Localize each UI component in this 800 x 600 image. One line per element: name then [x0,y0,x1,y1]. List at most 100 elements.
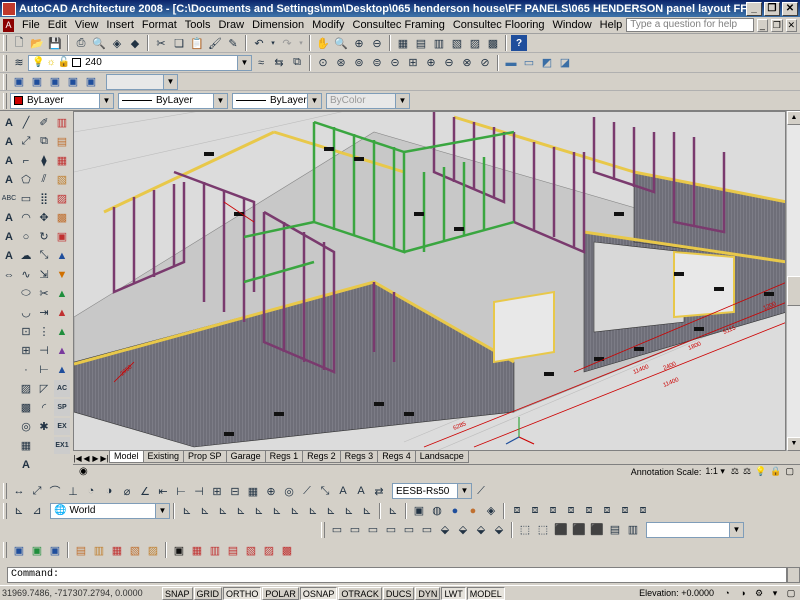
tab-regs-1[interactable]: Regs 1 [264,451,304,463]
tab-prop-sp[interactable]: Prop SP [183,451,227,463]
match-properties-icon[interactable]: 🖌 [207,35,223,51]
redo-dropdown-icon[interactable]: ▾ [297,35,305,51]
roof-panel-icon[interactable]: ◩ [539,55,555,71]
close-button[interactable]: ✕ [782,1,798,16]
ucs-origin-icon[interactable]: ⊾ [251,503,267,519]
cut-icon[interactable]: ✂ [153,35,169,51]
realistic-icon[interactable]: ⬛ [571,522,587,538]
tray-icon-2[interactable]: ◑ [736,587,750,600]
chevron-down-icon[interactable]: ▼ [307,93,321,108]
model-icon[interactable]: ◉ [79,466,88,477]
properties-icon[interactable]: ▦ [395,35,411,51]
framing-tool3-icon[interactable]: ▦ [54,152,70,169]
ordinate-icon[interactable]: ⊥ [65,483,81,499]
toolbar-grip[interactable] [3,502,7,519]
baseline-icon[interactable]: ⊢ [173,483,189,499]
zoom-extents2-icon[interactable]: ⊘ [477,55,493,71]
view-sw-icon[interactable]: ⬙ [437,522,453,538]
trim-icon[interactable]: ✂ [36,285,52,302]
zoom-window-icon[interactable]: ⊕ [351,35,367,51]
ex1-tool-icon[interactable]: EX1 [54,437,70,454]
block-editor-icon[interactable]: ✎ [225,35,241,51]
undo-icon[interactable]: ↶ [251,35,267,51]
copy-object-icon[interactable]: ⧉ [36,133,52,150]
ucs-y-icon[interactable]: ⊾ [323,503,339,519]
ducs-toggle[interactable]: DUCS [382,586,415,600]
chevron-down-icon[interactable]: ▼ [395,93,409,108]
workspace4-icon[interactable]: ▣ [65,74,81,90]
angular-icon[interactable]: ∠ [137,483,153,499]
toolbar-grip[interactable] [3,483,7,499]
move-icon[interactable]: ✥ [36,209,52,226]
center-mark-icon[interactable]: ⊕ [263,483,279,499]
command-line[interactable]: Command: [7,567,787,583]
annotation-visibility-icon[interactable]: ⚖ [731,466,739,477]
custom-tool6-icon[interactable]: ▦ [109,542,125,558]
rectangle-icon[interactable]: ▭ [18,190,34,207]
workspace5-icon[interactable]: ▣ [83,74,99,90]
panel-tool1-icon[interactable]: ▲ [54,247,70,264]
custom-tool10-icon[interactable]: ▦ [189,542,205,558]
scale-icon[interactable]: ⤡ [36,247,52,264]
zoom-scale-icon[interactable]: ⊜ [369,55,385,71]
zoom-window2-icon[interactable]: ⊛ [333,55,349,71]
ucs-dropdown[interactable]: 🌐 World ▼ [50,502,170,519]
spelling-icon[interactable]: ABC [1,190,17,207]
lock-icon[interactable]: 🔒 [770,466,781,477]
wall-panel-icon[interactable]: ▭ [521,55,537,71]
ucs-world-icon[interactable]: ⊿ [29,503,45,519]
3d-wireframe-icon[interactable]: ⬚ [535,522,551,538]
new-icon[interactable]: 🗋 [11,35,27,51]
custom-tool7-icon[interactable]: ▧ [127,542,143,558]
ucs-apply-icon[interactable]: ⊾ [359,503,375,519]
zoom-all-icon[interactable]: ⊗ [459,55,475,71]
toolbar-grip[interactable] [3,92,7,109]
tool-palettes-icon[interactable]: ▥ [431,35,447,51]
workspace3-icon[interactable]: ▣ [47,74,63,90]
3d-tool3-icon[interactable]: ⧈ [545,503,561,519]
dim-break-icon[interactable]: ⊟ [227,483,243,499]
extend-icon[interactable]: ⇥ [36,304,52,321]
3d-tool6-icon[interactable]: ⧈ [599,503,615,519]
fillet-icon[interactable]: ◜ [36,399,52,416]
visual-style-icon[interactable]: ▣ [411,503,427,519]
custom-tool8-icon[interactable]: ▨ [145,542,161,558]
framing-tool4-icon[interactable]: ▧ [54,171,70,188]
menu-insert[interactable]: Insert [102,19,138,31]
line-icon[interactable]: ╱ [18,114,34,131]
ellipse-icon[interactable]: ⬭ [18,285,34,302]
clean-screen-icon[interactable]: ▢ [785,466,794,477]
menu-view[interactable]: View [71,19,103,31]
menu-draw[interactable]: Draw [214,19,248,31]
3d-hidden-icon[interactable]: ⬛ [553,522,569,538]
lineweight-dropdown[interactable]: ByLayer ▼ [232,92,322,109]
custom-tool12-icon[interactable]: ▤ [225,542,241,558]
custom-tool15-icon[interactable]: ▩ [279,542,295,558]
text-style-icon[interactable]: A [1,209,17,226]
tab-landscape[interactable]: Landsacpe [414,451,469,463]
find-text-icon[interactable]: A [1,171,17,188]
polar-toggle[interactable]: POLAR [262,586,299,600]
arc-length-icon[interactable]: ⌒ [47,483,63,499]
tray-icon-4[interactable]: ▾ [768,587,782,600]
save-icon[interactable]: 💾 [47,35,63,51]
array-icon[interactable]: ⣿ [36,190,52,207]
layer-states-icon[interactable]: ⧉ [289,55,305,71]
gradient-icon[interactable]: ▩ [18,399,34,416]
view-dropdown[interactable]: ▼ [646,521,744,538]
revision-cloud-icon[interactable]: ☁ [18,247,34,264]
framing-tool1-icon[interactable]: ▥ [54,114,70,131]
3d-tool5-icon[interactable]: ⧈ [581,503,597,519]
undo-dropdown-icon[interactable]: ▾ [269,35,277,51]
view-back-icon[interactable]: ▭ [419,522,435,538]
orbit-icon[interactable]: ◍ [429,503,445,519]
zoom-in-icon[interactable]: ⊕ [423,55,439,71]
tray-icon-5[interactable]: ▢ [784,587,798,600]
redo-icon[interactable]: ↷ [279,35,295,51]
3d-tool1-icon[interactable]: ⧈ [509,503,525,519]
pan-icon[interactable]: ✋ [315,35,331,51]
help-search-input[interactable]: Type a question for help [626,18,754,32]
linear-dim-icon[interactable]: ↔ [11,483,27,499]
arc-icon[interactable]: ◠ [18,209,34,226]
tolerance-icon[interactable]: ▦ [245,483,261,499]
